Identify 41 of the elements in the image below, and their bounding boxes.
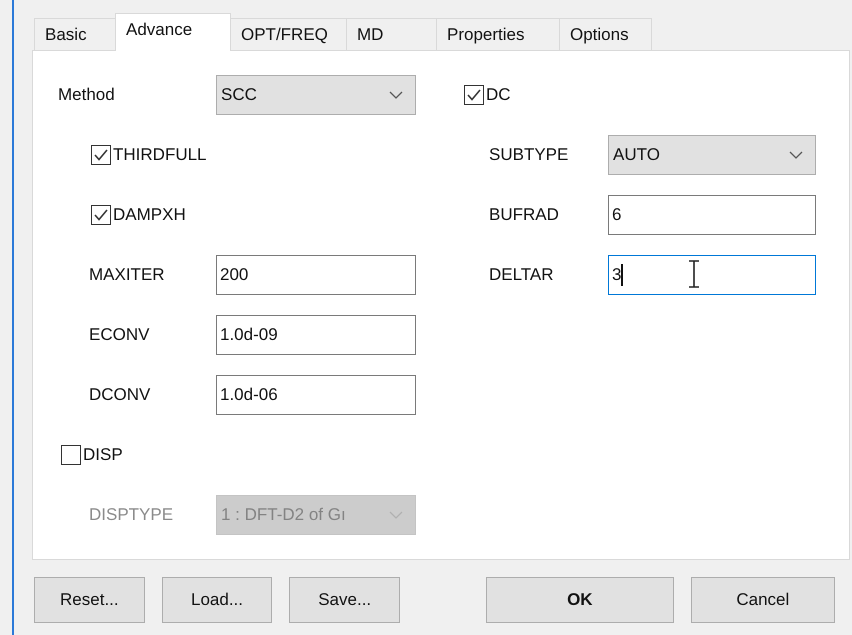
dialog-button[interactable]: Save... [289, 577, 400, 623]
field-value: 1.0d-09 [220, 325, 278, 345]
dialog-button[interactable]: Load... [162, 577, 272, 623]
checkbox-label[interactable]: THIRDFULL [113, 145, 207, 165]
field-label: Method [58, 85, 116, 105]
dropdown[interactable]: AUTO [608, 135, 816, 175]
field-label: DELTAR [489, 265, 555, 285]
field-value: 3 [612, 265, 622, 285]
field-value: 1.0d-06 [220, 385, 278, 405]
checkbox[interactable] [91, 205, 111, 225]
field-label: DISPTYPE [89, 505, 174, 525]
checkbox-label[interactable]: DISP [83, 445, 123, 465]
chevron-down-icon [389, 511, 403, 519]
field-label: DCONV [89, 385, 152, 405]
dropdown[interactable]: SCC [216, 75, 416, 115]
text-cursor-icon [687, 260, 701, 288]
input-field[interactable]: 200 [216, 255, 416, 295]
tab[interactable]: Basic [34, 18, 116, 50]
text-caret [621, 264, 623, 286]
input-field[interactable]: 3 [608, 255, 816, 295]
checkbox-label[interactable]: DC [486, 85, 511, 105]
tab[interactable]: Options [559, 18, 652, 50]
dialog-button[interactable]: Cancel [690, 577, 835, 623]
field-label: ECONV [89, 325, 150, 345]
checkbox[interactable] [464, 85, 484, 105]
checkbox[interactable] [61, 445, 81, 465]
input-field[interactable]: 1.0d-09 [216, 315, 416, 355]
input-field[interactable]: 1.0d-06 [216, 375, 416, 415]
checkbox[interactable] [91, 145, 111, 165]
input-field[interactable]: 6 [608, 195, 816, 235]
field-value: 6 [612, 205, 622, 225]
dialog-button[interactable]: OK [486, 577, 674, 623]
chevron-down-icon [789, 151, 803, 159]
field-value: 200 [220, 265, 248, 285]
checkbox-label[interactable]: DAMPXH [113, 205, 186, 225]
field-label: MAXITER [89, 265, 166, 285]
tab[interactable]: Advance [115, 13, 231, 51]
field-label: SUBTYPE [489, 145, 570, 165]
field-label: BUFRAD [489, 205, 560, 225]
chevron-down-icon [389, 91, 403, 99]
dialog-button[interactable]: Reset... [34, 577, 145, 623]
